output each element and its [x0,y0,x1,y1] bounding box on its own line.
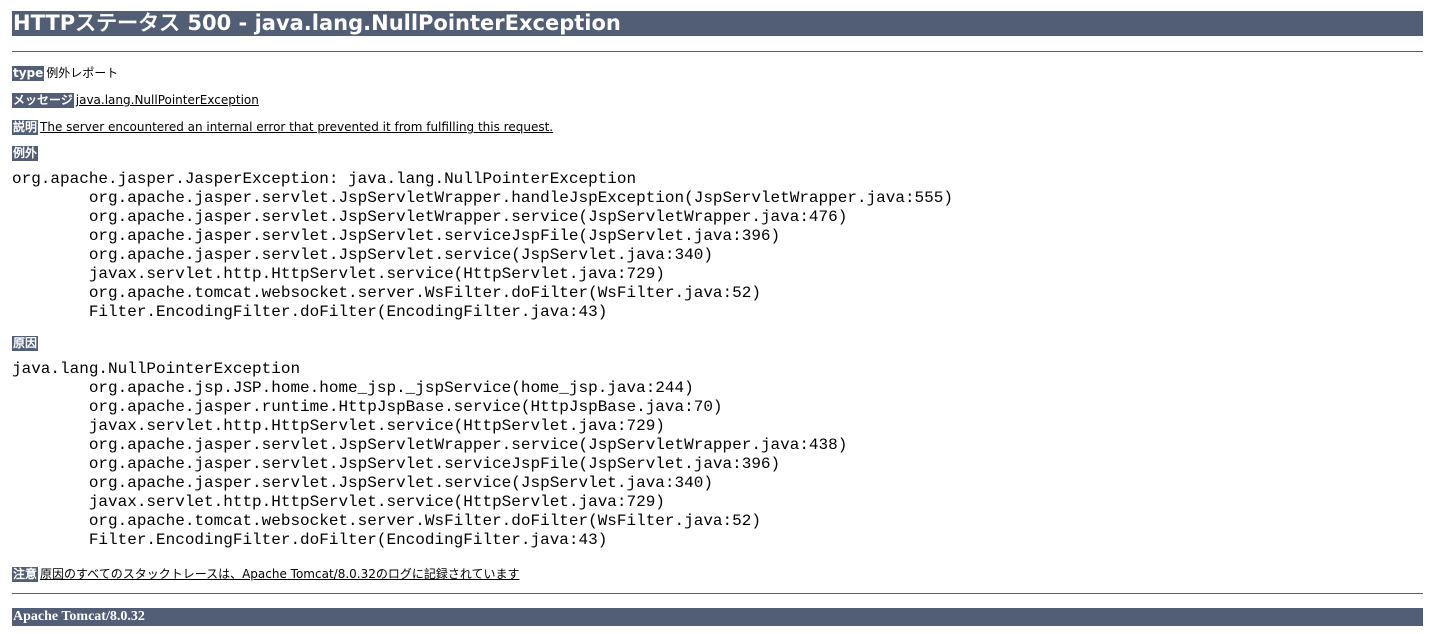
note-label: 注意 [12,567,39,582]
message-label: メッセージ [12,93,74,108]
cause-stack-trace: java.lang.NullPointerException org.apach… [12,360,848,549]
server-version-footer: Apache Tomcat/8.0.32 [12,608,1423,626]
exception-label: 例外 [12,146,39,161]
type-label: type [12,66,45,81]
cause-label: 原因 [12,336,39,351]
message-row: メッセージ java.lang.NullPointerException [12,92,1423,108]
error-page: HTTPステータス 500 - java.lang.NullPointerExc… [12,11,1423,626]
cause-row: 原因 [12,335,1423,351]
bottom-divider [12,593,1423,594]
description-label: 説明 [12,120,39,135]
top-divider [12,51,1423,52]
type-row: type 例外レポート [12,65,1423,81]
page-title: HTTPステータス 500 - java.lang.NullPointerExc… [12,11,1423,36]
type-value: 例外レポート [46,66,119,80]
exception-stack-trace: org.apache.jasper.JasperException: java.… [12,170,953,321]
exception-row: 例外 [12,145,1423,161]
note-row: 注意 原因のすべてのスタックトレースは、Apache Tomcat/8.0.32の… [12,566,1423,582]
description-row: 説明 The server encountered an internal err… [12,119,1423,135]
message-value: java.lang.NullPointerException [75,93,259,107]
note-value: 原因のすべてのスタックトレースは、Apache Tomcat/8.0.32のログ… [40,567,520,581]
description-value: The server encountered an internal error… [40,120,554,134]
